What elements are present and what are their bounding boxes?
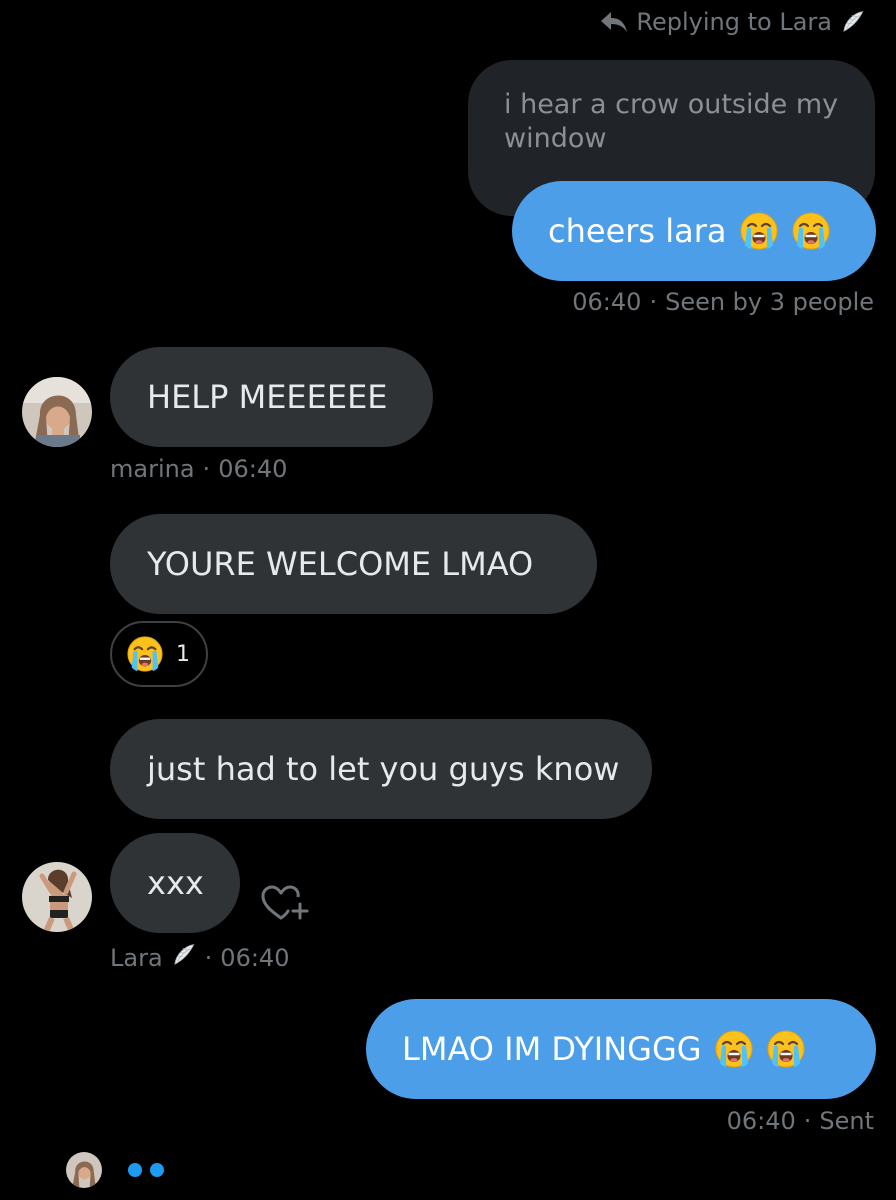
message-bubble-received[interactable]: HELP MEEEEEE	[110, 347, 433, 447]
message-bubble-sent[interactable]: cheers lara	[512, 181, 876, 281]
sent-status: Sent	[819, 1107, 874, 1135]
typing-dot	[128, 1163, 142, 1177]
heart-plus-icon	[261, 885, 309, 920]
angel-wing-icon	[840, 9, 866, 35]
separator-dot: ·	[803, 1107, 812, 1135]
sender-name[interactable]: marina	[110, 455, 195, 483]
loudly-crying-face-icon	[739, 211, 779, 251]
reply-context[interactable]: Replying to Lara	[600, 8, 866, 36]
separator-dot: ·	[649, 288, 658, 316]
loudly-crying-face-icon	[791, 211, 831, 251]
message-bubble-received[interactable]: xxx	[110, 833, 240, 933]
typing-dot	[150, 1163, 164, 1177]
message-meta: 06:40 · Sent	[727, 1107, 874, 1135]
reaction-badge[interactable]: 1	[110, 621, 208, 687]
message-text: xxx	[147, 864, 204, 902]
message-text: just had to let you guys know	[147, 750, 620, 788]
loudly-crying-face-icon	[126, 634, 164, 674]
separator-dot: ·	[204, 944, 213, 972]
avatar-marina[interactable]	[22, 377, 92, 447]
avatar-lara[interactable]	[22, 862, 92, 932]
seen-status: Seen by 3 people	[665, 288, 874, 316]
message-text: YOURE WELCOME LMAO	[147, 545, 534, 583]
loudly-crying-face-icon	[766, 1029, 806, 1069]
message-meta: marina · 06:40	[110, 455, 287, 483]
angel-wing-icon	[171, 942, 197, 974]
reply-context-label: Replying to Lara	[636, 8, 832, 36]
message-time: 06:40	[572, 288, 642, 316]
sender-name[interactable]: Lara	[110, 944, 163, 972]
separator-dot: ·	[202, 455, 211, 483]
add-reaction-button[interactable]	[260, 884, 312, 924]
message-meta: 06:40 · Seen by 3 people	[572, 288, 874, 316]
quoted-message-text: i hear a crow outside my window	[504, 89, 839, 154]
message-bubble-received[interactable]: just had to let you guys know	[110, 719, 652, 819]
reaction-count: 1	[176, 641, 190, 667]
message-meta: Lara · 06:40	[110, 942, 289, 974]
typing-indicator	[66, 1152, 164, 1188]
message-text: HELP MEEEEEE	[147, 378, 388, 416]
message-text: cheers lara	[548, 212, 727, 250]
message-text: LMAO IM DYINGGG	[402, 1030, 702, 1068]
message-bubble-received[interactable]: YOURE WELCOME LMAO	[110, 514, 597, 614]
message-time: 06:40	[220, 944, 290, 972]
loudly-crying-face-icon	[714, 1029, 754, 1069]
message-time: 06:40	[218, 455, 288, 483]
message-time: 06:40	[726, 1107, 796, 1135]
message-bubble-sent[interactable]: LMAO IM DYINGGG	[366, 999, 876, 1099]
reply-icon	[600, 10, 628, 34]
typing-avatar	[66, 1152, 102, 1188]
